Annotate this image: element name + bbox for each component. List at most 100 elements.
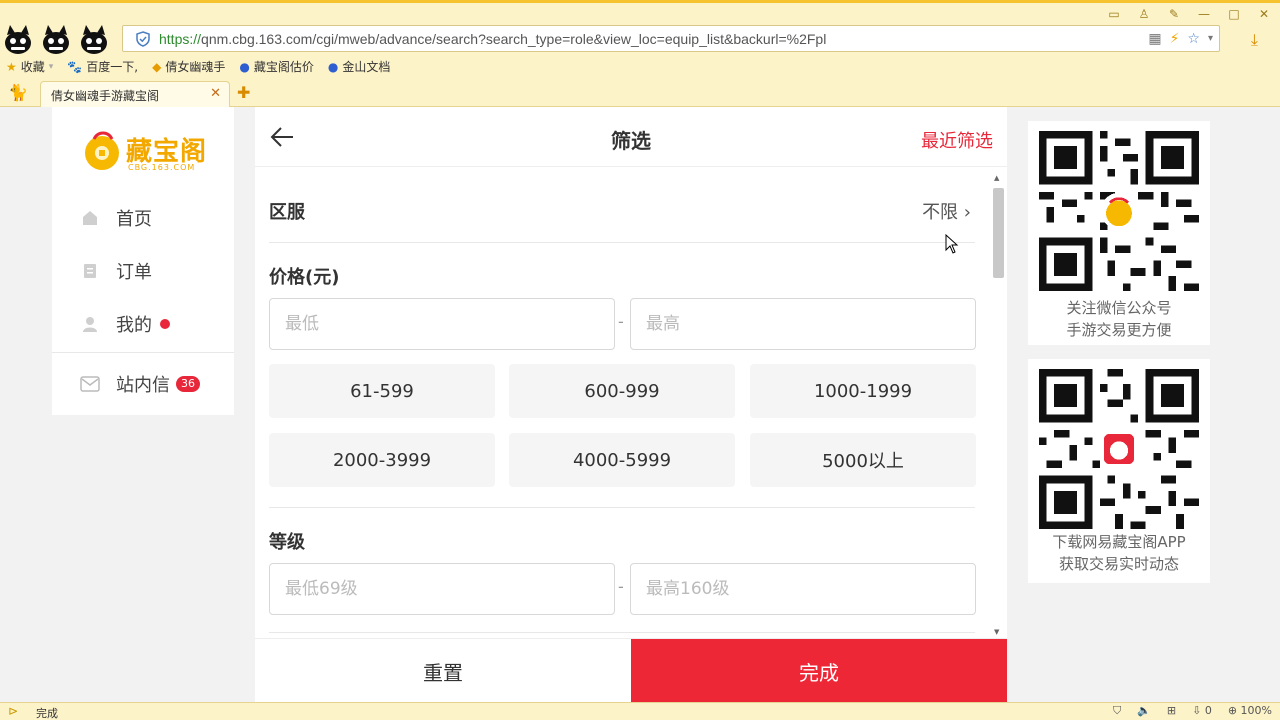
sound-icon[interactable]: 🔈 — [1137, 704, 1151, 718]
menu-icon[interactable]: ▭ — [1106, 7, 1122, 21]
price-min-input[interactable] — [269, 298, 615, 350]
star-icon[interactable]: ☆ — [1187, 29, 1200, 49]
status-bar: ⊳ 完成 ⛉ 🔈 ⊞ ⇩ 0 ⊕ 100% — [0, 702, 1280, 720]
done-button[interactable]: 完成 — [631, 639, 1007, 703]
nav-label: 首页 — [116, 209, 152, 230]
nav-item-orders[interactable]: 订单 — [80, 257, 152, 285]
notification-dot — [160, 319, 170, 329]
price-max-input[interactable] — [630, 298, 976, 350]
skin-icon[interactable]: ♙ — [1136, 7, 1152, 21]
home-icon — [80, 208, 100, 228]
bookmark-label: 收藏 — [20, 60, 45, 74]
status-text: 完成 — [36, 707, 58, 720]
sidebar-toggle-icon[interactable]: ⊳ — [8, 704, 18, 718]
nav-item-messages[interactable]: 站内信 36 — [80, 370, 200, 398]
divider — [269, 242, 975, 243]
level-min-input[interactable] — [269, 563, 615, 615]
level-label: 等级 — [269, 532, 305, 553]
filter-header: 筛选 最近筛选 — [255, 107, 1007, 167]
divider — [269, 632, 975, 633]
nav-item-mine[interactable]: 我的 — [80, 310, 170, 338]
level-max-input[interactable] — [630, 563, 976, 615]
scroll-up-icon[interactable]: ▲ — [994, 174, 999, 182]
price-chip[interactable]: 2000-3999 — [269, 433, 495, 487]
url-scheme: https:// — [159, 31, 202, 47]
close-tab-icon[interactable]: ✕ — [210, 86, 221, 101]
browser-logo-icon[interactable]: 🐈 — [8, 83, 28, 102]
bookmark-label: 百度一下, — [86, 60, 139, 74]
screenshot-icon[interactable]: ⊞ — [1167, 704, 1176, 718]
zoom-level: 100% — [1240, 704, 1272, 717]
price-chip[interactable]: 61-599 — [269, 364, 495, 418]
lightning-icon[interactable]: ⚡ — [1170, 29, 1180, 49]
nav-label: 站内信 — [116, 375, 170, 396]
price-chip[interactable]: 600-999 — [509, 364, 735, 418]
address-bar[interactable]: https://qnm.cbg.163.com/cgi/mweb/advance… — [122, 25, 1220, 52]
qr-card-wechat: 关注微信公众号 手游交易更方便 — [1028, 121, 1210, 345]
scrollbar[interactable]: ▲ ▼ — [991, 174, 1005, 636]
downloads-indicator[interactable]: ⇩ 0 — [1192, 704, 1212, 718]
maximize-icon[interactable]: □ — [1226, 7, 1242, 21]
download-icon[interactable]: ⤓ — [1251, 30, 1258, 50]
price-chip[interactable]: 5000以上 — [750, 433, 976, 487]
price-chip[interactable]: 1000-1999 — [750, 364, 976, 418]
scrollbar-thumb[interactable] — [993, 188, 1004, 278]
server-value: 不限 — [922, 202, 959, 223]
nav-item-home[interactable]: 首页 — [80, 204, 152, 232]
nav-divider — [52, 352, 234, 353]
chevron-down-icon: ▾ — [48, 61, 54, 72]
url-text[interactable]: https://qnm.cbg.163.com/cgi/mweb/advance… — [159, 31, 826, 47]
browser-titlebar: https://qnm.cbg.163.com/cgi/mweb/advance… — [0, 0, 1280, 54]
treasure-bag-icon — [85, 131, 119, 170]
sidebar: 藏宝阁 CBG.163.COM 首页 订单 我的 站内信 36 — [52, 107, 234, 415]
bookmark-qnm[interactable]: ◆ 倩女幽魂手 — [152, 58, 225, 75]
qr-caption-line1: 关注微信公众号 — [1066, 299, 1172, 317]
qr-caption-line2: 获取交易实时动态 — [1058, 555, 1179, 573]
dropdown-arrow-icon[interactable]: ▾ — [1208, 29, 1213, 49]
filter-footer: 重置 完成 — [255, 638, 1007, 703]
tab-active[interactable]: 倩女幽魂手游藏宝阁 ✕ — [40, 81, 230, 107]
browser-mascot-logo — [5, 25, 107, 54]
app-download-qr-code — [1039, 369, 1199, 529]
filter-panel: 筛选 最近筛选 区服 不限 › 价格(元) - 61-599 600-999 1… — [255, 107, 1007, 703]
reset-button[interactable]: 重置 — [255, 639, 631, 703]
filter-body: 区服 不限 › 价格(元) - 61-599 600-999 1000-1999… — [255, 168, 1007, 638]
scroll-down-icon[interactable]: ▼ — [994, 628, 999, 636]
new-tab-icon[interactable]: ✚ — [237, 83, 250, 102]
cbg-logo[interactable]: 藏宝阁 CBG.163.COM — [80, 125, 210, 177]
qr-caption: 下载网易藏宝阁APP 获取交易实时动态 — [1028, 531, 1210, 575]
price-chip[interactable]: 4000-5999 — [509, 433, 735, 487]
bookmark-label: 金山文档 — [342, 60, 391, 74]
window-controls: ▭ ♙ ✎ — □ ✕ — [1106, 7, 1272, 21]
server-selector[interactable]: 不限 › — [922, 198, 971, 224]
bookmark-label: 倩女幽魂手 — [165, 60, 226, 74]
qr-caption-line1: 下载网易藏宝阁APP — [1052, 533, 1186, 551]
close-window-icon[interactable]: ✕ — [1256, 7, 1272, 21]
range-dash: - — [618, 577, 624, 596]
nav-label: 我的 — [116, 315, 152, 336]
range-dash: - — [618, 312, 624, 331]
bookmark-kdocs[interactable]: ● 金山文档 — [328, 58, 391, 75]
logo-sub: CBG.163.COM — [128, 163, 196, 172]
qr-card-app: 下载网易藏宝阁APP 获取交易实时动态 — [1028, 359, 1210, 583]
nav-label: 订单 — [116, 262, 152, 283]
bookmark-baidu[interactable]: 🐾 百度一下, — [67, 58, 138, 75]
site-icon: ● — [239, 59, 250, 74]
server-label: 区服 — [269, 202, 305, 223]
message-count-badge: 36 — [176, 376, 200, 392]
minimize-icon[interactable]: — — [1196, 7, 1212, 21]
recent-filters-link[interactable]: 最近筛选 — [921, 127, 993, 153]
price-label: 价格(元) — [269, 267, 340, 288]
bookmark-favorites[interactable]: ★ 收藏 ▾ — [6, 58, 53, 75]
tab-bar: 🐈 倩女幽魂手游藏宝阁 ✕ ✚ — [0, 79, 1280, 107]
wechat-qr-code — [1039, 131, 1199, 291]
qr-caption-line2: 手游交易更方便 — [1066, 321, 1172, 339]
url-path: qnm.cbg.163.com/cgi/mweb/advance/search?… — [201, 31, 827, 47]
status-tools: ⛉ 🔈 ⊞ ⇩ 0 ⊕ 100% — [1113, 704, 1272, 718]
zoom-control[interactable]: ⊕ 100% — [1228, 704, 1272, 718]
qr-code-icon[interactable]: ▦ — [1148, 29, 1161, 49]
bookmark-cbg-estimate[interactable]: ● 藏宝阁估价 — [239, 58, 314, 75]
tab-title: 倩女幽魂手游藏宝阁 — [51, 89, 160, 103]
shield-icon[interactable]: ⛉ — [1113, 704, 1121, 718]
settings-icon[interactable]: ✎ — [1166, 7, 1182, 21]
